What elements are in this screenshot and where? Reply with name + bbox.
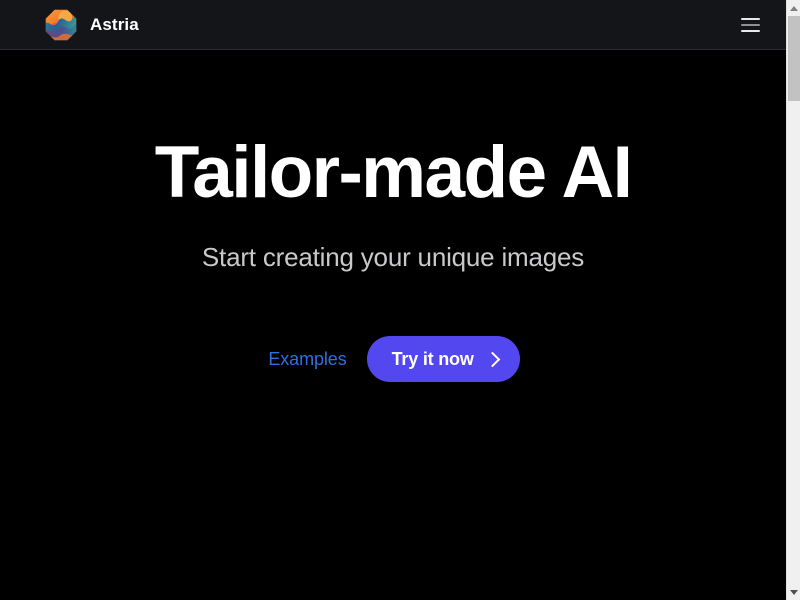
- try-it-now-button[interactable]: Try it now: [366, 336, 520, 382]
- menu-bar-middle: [740, 23, 760, 26]
- chevron-right-icon: [484, 351, 500, 367]
- hero-actions: Examples Try it now: [0, 336, 786, 382]
- hero-subtitle: Start creating your unique images: [201, 242, 585, 272]
- hero-section: Tailor-made AI Start creating your uniqu…: [0, 50, 786, 600]
- astria-hexagon-logo-icon: [44, 8, 78, 42]
- scroll-down-glyph: [790, 589, 798, 595]
- scroll-down-arrow-icon[interactable]: [787, 584, 800, 600]
- brand-name: Astria: [90, 15, 139, 34]
- vertical-scrollbar[interactable]: [786, 0, 800, 600]
- scrollbar-thumb[interactable]: [788, 16, 800, 101]
- brand-link[interactable]: Astria: [44, 8, 139, 42]
- hamburger-menu-icon[interactable]: [734, 9, 766, 41]
- scroll-up-arrow-icon[interactable]: [787, 0, 800, 16]
- page-title: Tailor-made AI: [154, 132, 633, 213]
- page-content: Astria Tailor-made AI Start creating you…: [0, 0, 786, 600]
- scroll-up-glyph: [790, 5, 798, 11]
- examples-link[interactable]: Examples: [266, 344, 348, 374]
- try-it-now-label: Try it now: [391, 348, 474, 369]
- browser-viewport: Astria Tailor-made AI Start creating you…: [0, 0, 800, 600]
- menu-bar-top: [740, 17, 760, 20]
- site-header: Astria: [0, 0, 786, 50]
- menu-bar-bottom: [740, 29, 760, 32]
